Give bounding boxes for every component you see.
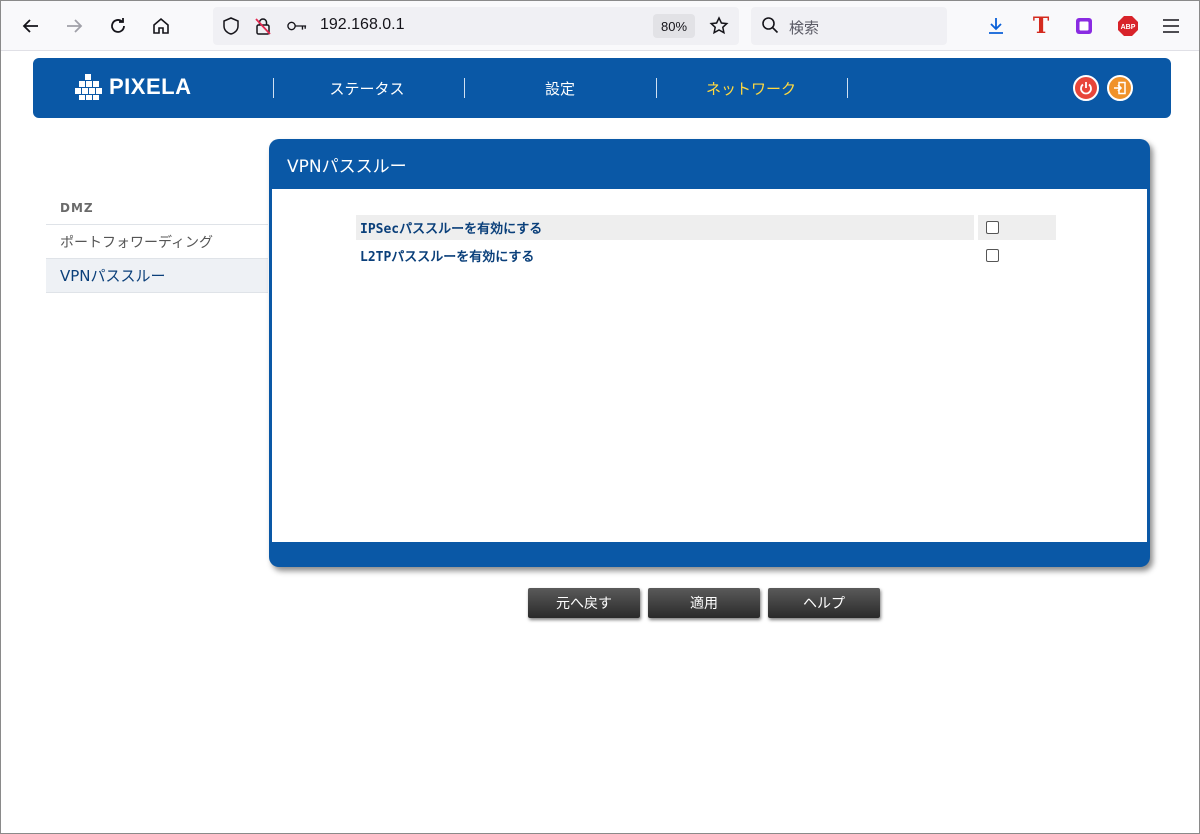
back-arrow-icon[interactable] (16, 11, 46, 41)
panel-body: IPSecパススルーを有効にする L2TPパススルーを有効にする (272, 189, 1147, 542)
sidebar-item-dmz[interactable]: DMZ (46, 191, 268, 225)
ipsec-checkbox-cell (978, 215, 1056, 240)
translate-extension-icon[interactable]: T (1026, 11, 1056, 41)
network-sidebar: DMZ ポートフォワーディング VPNパススルー (46, 191, 268, 293)
ipsec-checkbox[interactable] (986, 221, 999, 234)
search-bar[interactable]: 検索 (751, 7, 947, 45)
shield-icon[interactable] (221, 16, 241, 36)
option-row-l2tp: L2TPパススルーを有効にする (356, 243, 1056, 268)
nav-separator (847, 78, 848, 98)
power-icon[interactable] (1073, 75, 1099, 101)
ipsec-label: IPSecパススルーを有効にする (356, 215, 974, 240)
search-placeholder: 検索 (789, 19, 820, 37)
extension-square-icon[interactable] (1069, 11, 1099, 41)
key-icon[interactable] (287, 16, 307, 36)
panel-title: VPNパススルー (287, 157, 407, 177)
download-icon[interactable] (981, 11, 1011, 41)
l2tp-checkbox[interactable] (986, 249, 999, 262)
url-text[interactable]: 192.168.0.1 (320, 16, 405, 34)
url-bar[interactable]: 192.168.0.1 80% (213, 7, 739, 45)
adblock-plus-icon[interactable]: ABP (1113, 11, 1143, 41)
browser-toolbar: 192.168.0.1 80% 検索 T ABP (1, 1, 1199, 51)
nav-settings[interactable]: 設定 (480, 78, 640, 99)
menu-hamburger-icon[interactable] (1156, 11, 1186, 41)
home-icon[interactable] (146, 11, 176, 41)
forward-arrow-icon[interactable] (59, 11, 89, 41)
pixela-logo-icon (75, 74, 102, 100)
browser-window: 192.168.0.1 80% 検索 T ABP PIXELA ステータス 設定… (0, 0, 1200, 834)
bookmark-star-icon[interactable] (709, 16, 729, 36)
logout-icon[interactable] (1107, 75, 1133, 101)
nav-status[interactable]: ステータス (287, 78, 447, 99)
nav-separator (464, 78, 465, 98)
brand-logo[interactable]: PIXELA (73, 73, 191, 101)
l2tp-checkbox-cell (978, 243, 1056, 268)
svg-text:ABP: ABP (1121, 24, 1136, 31)
vpn-passthrough-panel: VPNパススルー IPSecパススルーを有効にする L2TPパススルーを有効にす… (269, 139, 1150, 567)
brand-name: PIXELA (109, 74, 192, 99)
search-icon (761, 16, 779, 38)
help-button[interactable]: ヘルプ (768, 588, 880, 618)
zoom-indicator[interactable]: 80% (653, 14, 695, 38)
nav-separator (656, 78, 657, 98)
nav-separator (273, 78, 274, 98)
revert-button[interactable]: 元へ戻す (528, 588, 640, 618)
sidebar-item-port-forwarding[interactable]: ポートフォワーディング (46, 225, 268, 259)
option-row-ipsec: IPSecパススルーを有効にする (356, 215, 1056, 240)
router-header: PIXELA ステータス 設定 ネットワーク (33, 58, 1171, 118)
l2tp-label: L2TPパススルーを有効にする (360, 250, 535, 265)
nav-network[interactable]: ネットワーク (671, 78, 831, 99)
apply-button[interactable]: 適用 (648, 588, 760, 618)
sidebar-item-vpn-passthrough[interactable]: VPNパススルー (46, 259, 268, 293)
reload-icon[interactable] (103, 11, 133, 41)
insecure-lock-icon[interactable] (253, 16, 273, 36)
